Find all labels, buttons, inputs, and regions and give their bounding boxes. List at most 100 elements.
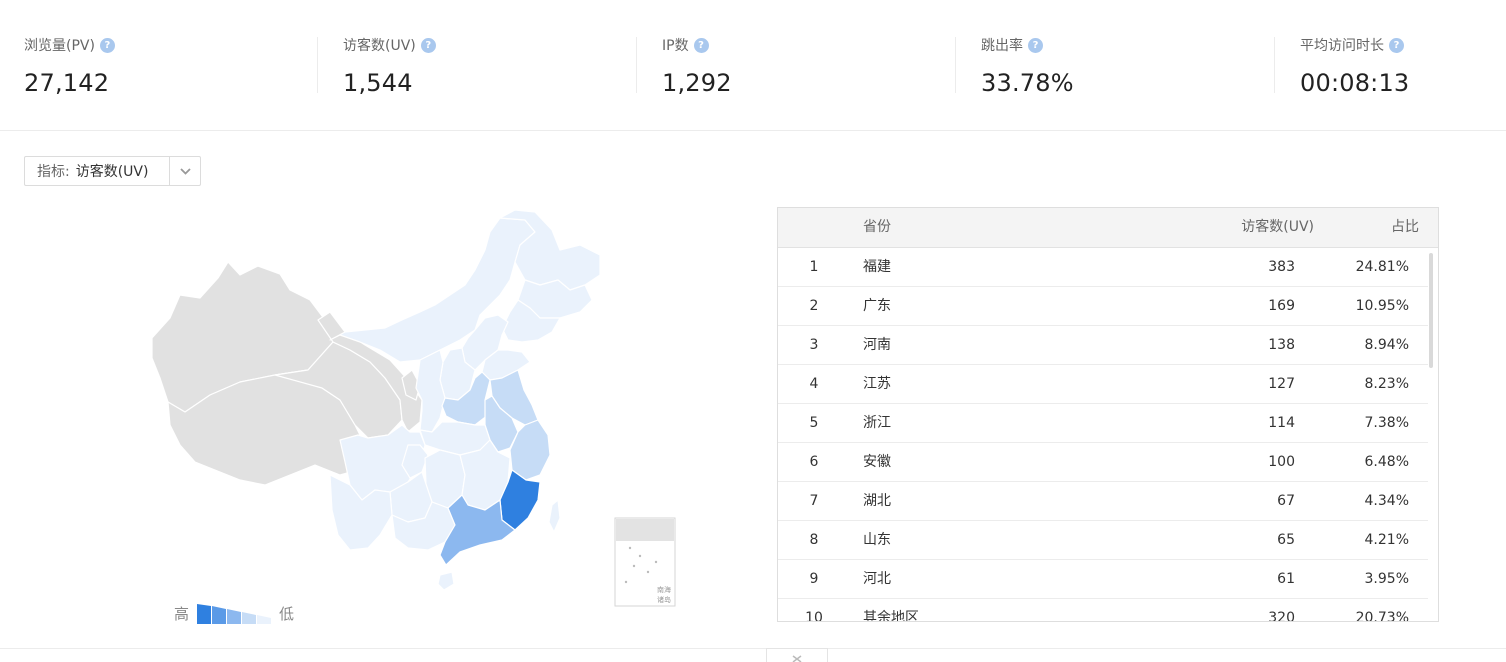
china-map: 南海 诸岛 xyxy=(140,200,700,620)
row-uv: 67 xyxy=(1277,493,1295,509)
map-legend: 高 低 xyxy=(174,602,294,624)
indicator-label: 指标: xyxy=(37,164,70,180)
table-row[interactable]: 1 福建 383 24.81% xyxy=(778,248,1428,287)
divider xyxy=(955,37,956,93)
divider xyxy=(1274,37,1275,93)
region-inner-mongolia xyxy=(329,217,536,363)
row-rank: 10 xyxy=(805,610,823,622)
row-rank: 2 xyxy=(809,298,819,314)
row-percent: 3.95% xyxy=(1364,571,1409,587)
table-row[interactable]: 5 浙江 114 7.38% xyxy=(778,404,1428,443)
row-uv: 383 xyxy=(1268,259,1295,275)
metric-value: 27,142 xyxy=(24,69,110,97)
china-map-svg: 南海 诸岛 xyxy=(151,209,676,607)
row-uv: 61 xyxy=(1277,571,1295,587)
inset-label-1: 南海 xyxy=(657,585,671,594)
row-province: 山东 xyxy=(863,532,891,548)
row-uv: 65 xyxy=(1277,532,1295,548)
row-percent: 4.21% xyxy=(1364,532,1409,548)
metric-ip: IP数? 1,292 xyxy=(662,36,732,97)
row-rank: 5 xyxy=(809,415,819,431)
metric-label: 浏览量(PV) xyxy=(24,38,95,54)
legend-gradient-icon xyxy=(197,604,272,624)
row-uv: 100 xyxy=(1268,454,1295,470)
metric-value: 33.78% xyxy=(981,69,1074,97)
metric-uv: 访客数(UV)? 1,544 xyxy=(343,36,436,97)
row-rank: 9 xyxy=(809,571,819,587)
row-province: 广东 xyxy=(863,298,891,314)
metric-label: IP数 xyxy=(662,38,689,54)
metric-label: 跳出率 xyxy=(981,38,1023,54)
row-percent: 20.73% xyxy=(1355,610,1409,622)
table-row[interactable]: 4 江苏 127 8.23% xyxy=(778,365,1428,404)
row-province: 江苏 xyxy=(863,376,891,392)
metric-label: 平均访问时长 xyxy=(1300,38,1384,54)
table-row[interactable]: 9 河北 61 3.95% xyxy=(778,560,1428,599)
help-icon[interactable]: ? xyxy=(99,37,115,53)
row-province: 河南 xyxy=(863,337,891,353)
row-uv: 138 xyxy=(1268,337,1295,353)
scrollbar[interactable] xyxy=(1429,253,1433,368)
row-percent: 6.48% xyxy=(1364,454,1409,470)
table-row[interactable]: 2 广东 169 10.95% xyxy=(778,287,1428,326)
row-uv: 169 xyxy=(1268,298,1295,314)
inset-label-2: 诸岛 xyxy=(657,595,671,604)
region-hainan xyxy=(437,571,455,591)
province-table: 省份 访客数(UV) 占比 1 福建 383 24.81% 2 广东 169 10.95% 3 河… xyxy=(777,207,1439,622)
header-uv[interactable]: 访客数(UV) xyxy=(1241,208,1314,246)
row-uv: 114 xyxy=(1268,415,1295,431)
table-row[interactable]: 3 河南 138 8.94% xyxy=(778,326,1428,365)
table-body: 1 福建 383 24.81% 2 广东 169 10.95% 3 河南 138 8.94% 4 江苏 12… xyxy=(778,248,1438,622)
header-province: 省份 xyxy=(863,219,891,235)
collapse-toggle[interactable] xyxy=(766,648,828,662)
row-uv: 127 xyxy=(1268,376,1295,392)
row-percent: 8.23% xyxy=(1364,376,1409,392)
row-province: 湖北 xyxy=(863,493,891,509)
help-icon[interactable]: ? xyxy=(1389,37,1404,53)
divider xyxy=(636,37,637,93)
row-rank: 3 xyxy=(809,337,819,353)
table-row[interactable]: 7 湖北 67 4.34% xyxy=(778,482,1428,521)
row-rank: 6 xyxy=(809,454,819,470)
legend-low-label: 低 xyxy=(279,604,295,623)
south-china-sea-inset: 南海 诸岛 xyxy=(614,517,676,607)
divider xyxy=(0,648,1506,649)
table-header: 省份 访客数(UV) 占比 xyxy=(778,208,1438,248)
region-taiwan xyxy=(548,499,561,533)
row-percent: 10.95% xyxy=(1355,298,1409,314)
row-percent: 8.94% xyxy=(1364,337,1409,353)
table-row[interactable]: 10 其余地区 320 20.73% xyxy=(778,599,1428,622)
row-rank: 1 xyxy=(809,259,819,275)
row-rank: 7 xyxy=(809,493,819,509)
divider xyxy=(317,37,318,93)
header-percent[interactable]: 占比 xyxy=(1391,208,1419,246)
row-rank: 4 xyxy=(809,376,819,392)
metric-value: 1,544 xyxy=(343,69,413,97)
metrics-bar: 浏览量(PV)? 27,142 访客数(UV)? 1,544 IP数? 1,29… xyxy=(0,0,1506,131)
row-province: 其余地区 xyxy=(863,610,919,622)
table-row[interactable]: 8 山东 65 4.21% xyxy=(778,521,1428,560)
metric-value: 00:08:13 xyxy=(1300,69,1410,97)
row-rank: 8 xyxy=(809,532,819,548)
row-province: 安徽 xyxy=(863,454,891,470)
metric-avg-duration: 平均访问时长? 00:08:13 xyxy=(1300,36,1410,97)
row-province: 福建 xyxy=(863,259,891,275)
metric-label: 访客数(UV) xyxy=(343,38,416,54)
metric-bounce-rate: 跳出率? 33.78% xyxy=(981,36,1074,97)
table-row[interactable]: 6 安徽 100 6.48% xyxy=(778,443,1428,482)
indicator-select[interactable]: 指标: 访客数(UV) xyxy=(24,156,201,186)
row-percent: 4.34% xyxy=(1364,493,1409,509)
help-icon[interactable]: ? xyxy=(693,37,709,53)
row-province: 河北 xyxy=(863,571,891,587)
row-uv: 320 xyxy=(1268,610,1295,622)
row-percent: 7.38% xyxy=(1364,415,1409,431)
metric-value: 1,292 xyxy=(662,69,732,97)
legend-high-label: 高 xyxy=(174,604,190,623)
chevron-down-icon[interactable] xyxy=(169,157,200,185)
row-province: 浙江 xyxy=(863,415,891,431)
indicator-value: 访客数(UV) xyxy=(75,164,149,180)
row-percent: 24.81% xyxy=(1355,259,1409,275)
help-icon[interactable]: ? xyxy=(1028,37,1043,53)
help-icon[interactable]: ? xyxy=(420,37,436,53)
metric-pv: 浏览量(PV)? 27,142 xyxy=(24,36,115,97)
